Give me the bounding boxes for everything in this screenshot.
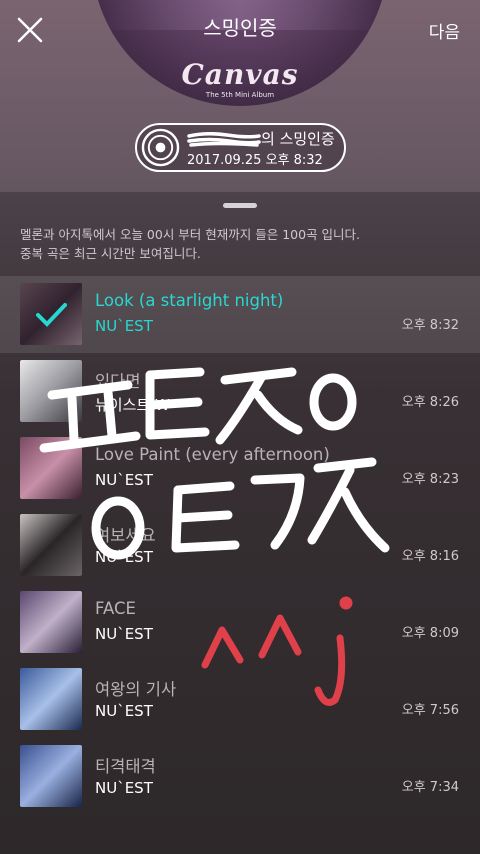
- album-thumbnail: [20, 514, 82, 576]
- song-title: 여보세요: [95, 526, 156, 545]
- notice-text: 멜론과 아지톡에서 오늘 00시 부터 현재까지 들은 100곡 입니다. 중복…: [20, 225, 470, 263]
- album-logo: Canvas: [181, 58, 299, 91]
- song-time: 오후 8:32: [401, 318, 459, 333]
- song-title: 여왕의 기사: [95, 680, 177, 699]
- song-artist: 뉴이스트 W: [95, 396, 170, 414]
- album-thumbnail: [20, 283, 82, 345]
- song-title: FACE: [95, 599, 136, 618]
- album-thumbnail: [20, 437, 82, 499]
- notice-line-2: 중복 곡은 최근 시간만 보여집니다.: [20, 246, 201, 261]
- album-thumbnail: [20, 360, 82, 422]
- song-artist: NU`EST: [95, 548, 153, 566]
- song-time: 오후 7:56: [401, 703, 459, 718]
- album-header: 스밍인증 Canvas The 5th Mini Album 다음 의 스밍인증…: [0, 0, 480, 192]
- song-row[interactable]: Love Paint (every afternoon) NU`EST 오후 8:2…: [0, 430, 480, 507]
- song-title: Love Paint (every afternoon): [95, 445, 330, 464]
- song-row[interactable]: 티격태격 NU`EST 오후 7:34: [0, 738, 480, 815]
- certificate-datetime: 2017.09.25 오후 8:32: [187, 153, 323, 168]
- song-artist: NU`EST: [95, 317, 153, 335]
- song-row[interactable]: 여왕의 기사 NU`EST 오후 7:56: [0, 661, 480, 738]
- song-row[interactable]: 여보세요 NU`EST 오후 8:16: [0, 507, 480, 584]
- song-time: 오후 8:26: [401, 395, 459, 410]
- next-button[interactable]: 다음: [429, 18, 460, 43]
- song-artist: NU`EST: [95, 471, 153, 489]
- certificate-suffix: 의 스밍인증: [261, 130, 335, 148]
- disc-icon: [141, 128, 180, 167]
- redaction-scribble: [187, 132, 261, 147]
- certificate-title: 의 스밍인증: [187, 128, 335, 149]
- song-title: 티격태격: [95, 757, 156, 776]
- song-time: 오후 7:34: [401, 780, 459, 795]
- song-time: 오후 8:16: [401, 549, 459, 564]
- song-title: 있다면: [95, 372, 141, 391]
- checkmark-icon: [20, 283, 82, 345]
- certificate-badge: 의 스밍인증 2017.09.25 오후 8:32: [135, 123, 346, 172]
- drag-handle[interactable]: [223, 203, 257, 208]
- notice-line-1: 멜론과 아지톡에서 오늘 00시 부터 현재까지 들은 100곡 입니다.: [20, 227, 361, 242]
- album-thumbnail: [20, 591, 82, 653]
- song-list-sheet[interactable]: 멜론과 아지톡에서 오늘 00시 부터 현재까지 들은 100곡 입니다. 중복…: [0, 192, 480, 854]
- song-row[interactable]: FACE NU`EST 오후 8:09: [0, 584, 480, 661]
- album-thumbnail: [20, 668, 82, 730]
- song-time: 오후 8:23: [401, 472, 459, 487]
- song-artist: NU`EST: [95, 702, 153, 720]
- song-title: Look (a starlight night): [95, 291, 284, 310]
- song-time: 오후 8:09: [401, 626, 459, 641]
- album-subtitle: The 5th Mini Album: [205, 91, 275, 99]
- song-artist: NU`EST: [95, 779, 153, 797]
- song-row[interactable]: Look (a starlight night) NU`EST 오후 8:32: [0, 276, 480, 353]
- page-title: 스밍인증: [203, 16, 277, 40]
- song-artist: NU`EST: [95, 625, 153, 643]
- close-icon[interactable]: [16, 16, 44, 44]
- album-thumbnail: [20, 745, 82, 807]
- song-row[interactable]: 있다면뉴이스트 W 오후 8:26: [0, 353, 480, 430]
